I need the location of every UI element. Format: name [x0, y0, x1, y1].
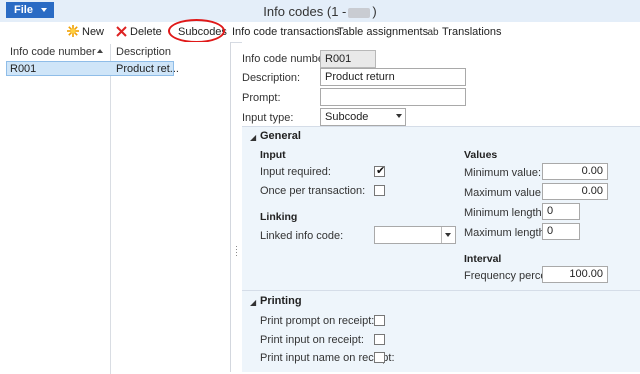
column-header-label: Description [116, 46, 172, 58]
translations-button[interactable]: ab Translations [426, 22, 502, 42]
linked-info-code-label: Linked info code: [260, 230, 344, 242]
file-label: File [14, 4, 33, 16]
info-code-number-label: Info code number: [242, 53, 331, 65]
delete-button[interactable]: Delete [114, 22, 162, 42]
new-label: New [82, 26, 105, 38]
delete-x-icon [114, 22, 128, 42]
delete-label: Delete [130, 26, 162, 38]
input-type-select[interactable]: Subcode buttons [320, 108, 406, 139]
window-title: Info codes (1 - [263, 4, 347, 19]
print-prompt-checkbox[interactable] [374, 315, 385, 326]
linked-info-code-field[interactable] [374, 226, 456, 244]
column-divider [110, 44, 111, 374]
minimum-value-field[interactable]: 0.00 [542, 163, 608, 180]
print-input-name-checkbox[interactable] [374, 352, 385, 363]
prompt-field[interactable] [320, 88, 466, 106]
row-description[interactable]: Product ret... [116, 62, 179, 76]
general-fasttab-header[interactable]: General [260, 130, 301, 142]
minimum-value-label: Minimum value: [464, 167, 542, 179]
print-input-checkbox[interactable] [374, 334, 385, 345]
maximum-length-label: Maximum length: [464, 227, 548, 239]
splitter-grip-icon[interactable]: · · · · [235, 242, 238, 260]
table-assignments-button[interactable]: Table assignments [337, 22, 428, 42]
collapse-triangle-icon[interactable]: ◢ [250, 298, 256, 307]
translations-label: Translations [442, 26, 502, 38]
once-per-transaction-checkbox[interactable] [374, 185, 385, 196]
new-star-icon [66, 22, 80, 42]
table-assignments-label: Table assignments [337, 26, 429, 38]
prompt-label: Prompt: [242, 92, 281, 104]
window-title-close: ) [372, 4, 377, 19]
column-header-info-code-number[interactable]: Info code number [10, 44, 96, 60]
new-button[interactable]: New [66, 22, 104, 42]
minimum-length-field[interactable]: 0 [542, 203, 580, 220]
frequency-percent-field[interactable]: 100.00 [542, 266, 608, 283]
chevron-down-icon [41, 8, 47, 12]
description-label: Description: [242, 72, 301, 84]
column-header-label: Info code number [10, 46, 96, 58]
input-group-title: Input [260, 149, 286, 161]
info-code-transactions-label: Info code transactions [232, 26, 340, 38]
print-input-label: Print input on receipt: [260, 334, 364, 346]
fasttab-divider [242, 126, 640, 127]
fasttab-divider [242, 290, 640, 291]
chevron-down-icon [396, 114, 402, 118]
row-info-code-number[interactable]: R001 [10, 62, 36, 76]
redacted-company-icon [348, 7, 371, 18]
linking-group-title: Linking [260, 211, 298, 223]
highlight-ring [168, 19, 225, 43]
input-type-label: Input type: [242, 112, 294, 124]
window-title-area: Info codes (1 -) [0, 4, 640, 19]
description-field[interactable]: Product return [320, 68, 466, 86]
info-code-list [0, 42, 231, 372]
info-code-number-field[interactable]: R001 [320, 50, 376, 68]
info-code-transactions-button[interactable]: Info code transactions [232, 22, 340, 42]
input-required-checkbox[interactable]: ✔ [374, 165, 386, 177]
translations-icon: ab [427, 27, 439, 38]
sort-ascending-icon[interactable] [97, 49, 103, 53]
file-menu-button[interactable]: File [6, 2, 54, 18]
maximum-value-label: Maximum value: [464, 187, 545, 199]
print-prompt-label: Print prompt on receipt: [260, 315, 375, 327]
once-per-transaction-label: Once per transaction: [260, 185, 366, 197]
printing-fasttab-header[interactable]: Printing [260, 295, 302, 307]
interval-group-title: Interval [464, 253, 502, 265]
input-required-label: Input required: [260, 166, 331, 178]
dropdown-arrow-icon[interactable] [441, 227, 455, 243]
minimum-length-label: Minimum length: [464, 207, 545, 219]
maximum-value-field[interactable]: 0.00 [542, 183, 608, 200]
maximum-length-field[interactable]: 0 [542, 223, 580, 240]
collapse-triangle-icon[interactable]: ◢ [250, 133, 256, 142]
checkmark-icon: ✔ [376, 165, 386, 177]
values-group-title: Values [464, 149, 498, 161]
column-header-description[interactable]: Description [116, 44, 171, 60]
